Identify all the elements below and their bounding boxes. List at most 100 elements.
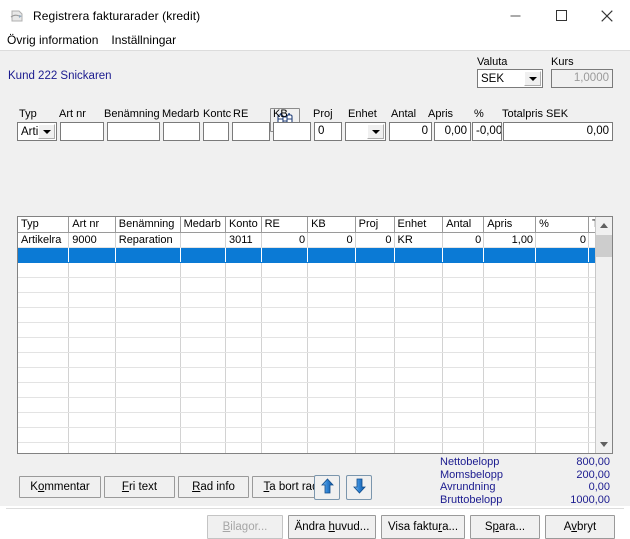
cell-empty [18,427,70,443]
cell-empty [18,307,70,323]
entry-field-benamning[interactable] [107,122,160,141]
chevron-down-icon[interactable] [367,124,384,139]
menu-item-installningar[interactable]: Inställningar [104,32,182,49]
enhet-select[interactable] [345,122,386,141]
entry-field-enhet[interactable] [345,122,386,141]
cell-empty [18,397,70,413]
cell-empty [180,367,226,383]
grid-col-antal[interactable]: Antal [442,217,485,233]
grid-col-kb[interactable]: KB [307,217,356,233]
scroll-up-button[interactable] [596,217,612,234]
cell-empty [180,337,226,353]
fri-text-button[interactable]: Fri text [104,476,175,498]
chevron-up-icon [600,223,608,228]
grid-col-enhet[interactable]: Enhet [394,217,444,233]
cell-empty [68,442,116,453]
cell-empty [115,307,181,323]
grid-col-konto[interactable]: Konto [225,217,262,233]
grid-col-typ[interactable]: Typ [18,217,70,233]
entry-field-kontc[interactable] [203,122,229,141]
scroll-down-button[interactable] [596,436,612,453]
table-row[interactable] [18,262,596,278]
chevron-down-icon[interactable] [524,71,541,86]
table-row[interactable]: Artikelra 9000 Reparation 3011 0 0 0 KR … [18,232,596,248]
entry-field-procent[interactable]: -0,00 [472,122,502,141]
entry-label-re: RE [233,108,249,120]
cell-empty [535,277,590,293]
entry-field-re[interactable] [232,122,270,141]
grid-col-apris[interactable]: Apris [483,217,537,233]
cell-empty [18,262,70,278]
table-row[interactable] [18,307,596,323]
customer-label: Kund 222 Snickaren [8,70,112,82]
cell-empty [225,442,262,453]
totals-value-brutto: 1000,00 [570,493,610,506]
spara-button[interactable]: Spara... [470,515,540,539]
totals-label-brutto: Bruttobelopp [440,493,503,506]
cell-empty [225,382,262,398]
rad-info-button[interactable]: Rad info [178,476,249,498]
grid-vertical-scrollbar[interactable] [595,217,612,453]
chevron-down-icon[interactable] [38,124,55,139]
table-row[interactable] [18,292,596,308]
move-row-down-button[interactable] [346,475,372,500]
table-row[interactable] [18,397,596,413]
grid-col-art-nr[interactable]: Art nr [68,217,116,233]
cell-empty [355,337,395,353]
cell-empty [180,292,226,308]
entry-label-kb: KB [273,108,288,120]
cell-empty [261,427,309,443]
entry-field-apris[interactable]: 0,00 [434,122,471,141]
cell-empty [355,382,395,398]
entry-label-totalpris: Totalpris SEK [502,108,569,120]
table-row[interactable] [18,412,596,428]
entry-field-proj[interactable]: 0 [314,122,342,141]
table-row[interactable] [18,442,596,453]
cell-empty [394,382,444,398]
table-row[interactable] [18,247,596,263]
table-row[interactable] [18,427,596,443]
cell-empty [442,322,485,338]
avbryt-button[interactable]: Avbryt [545,515,615,539]
kommentar-button[interactable]: Kommentar [19,476,101,498]
menu-item-ovrig-information[interactable]: Övrig information [0,32,104,49]
entry-field-typ[interactable]: Arti [17,122,57,141]
cell-empty [483,277,537,293]
table-row[interactable] [18,382,596,398]
entry-field-antal[interactable]: 0 [389,122,432,141]
cell-empty [307,337,356,353]
close-button[interactable] [584,0,630,31]
andra-huvud-button[interactable]: Ändra huvud... [288,515,376,539]
cell-empty [68,427,116,443]
arrow-up-icon [320,478,335,497]
cell-empty [68,397,116,413]
totals-value-moms: 200,00 [576,468,610,481]
visa-faktura-button[interactable]: Visa faktura... [381,515,465,539]
window-title: Registrera fakturarader (kredit) [33,8,201,23]
table-row[interactable] [18,337,596,353]
grid-col-medarb[interactable]: Medarb [180,217,226,233]
entry-field-kb[interactable] [273,122,311,141]
typ-select[interactable]: Arti [17,122,57,141]
minimize-button[interactable] [492,0,538,31]
move-row-up-button[interactable] [314,475,340,500]
grid-col-procent[interactable]: % [535,217,590,233]
grid-col-benamning[interactable]: Benämning [115,217,181,233]
table-row[interactable] [18,322,596,338]
cell-empty [115,262,181,278]
grid-col-proj[interactable]: Proj [355,217,395,233]
maximize-button[interactable] [538,0,584,31]
totals-row-brutto: Bruttobelopp 1000,00 [440,494,610,507]
cell-empty [225,322,262,338]
entry-field-totalpris[interactable]: 0,00 [503,122,613,141]
entry-field-medarb[interactable] [163,122,200,141]
table-row[interactable] [18,352,596,368]
scrollbar-thumb[interactable] [596,235,612,257]
invoice-lines-grid[interactable]: Typ Art nr Benämning Medarb Konto RE KB … [17,216,613,454]
table-row[interactable] [18,277,596,293]
table-row[interactable] [18,367,596,383]
valuta-select[interactable]: SEK [477,69,543,88]
entry-field-art-nr[interactable] [60,122,104,141]
grid-col-re[interactable]: RE [261,217,309,233]
kurs-label: Kurs [551,56,574,68]
